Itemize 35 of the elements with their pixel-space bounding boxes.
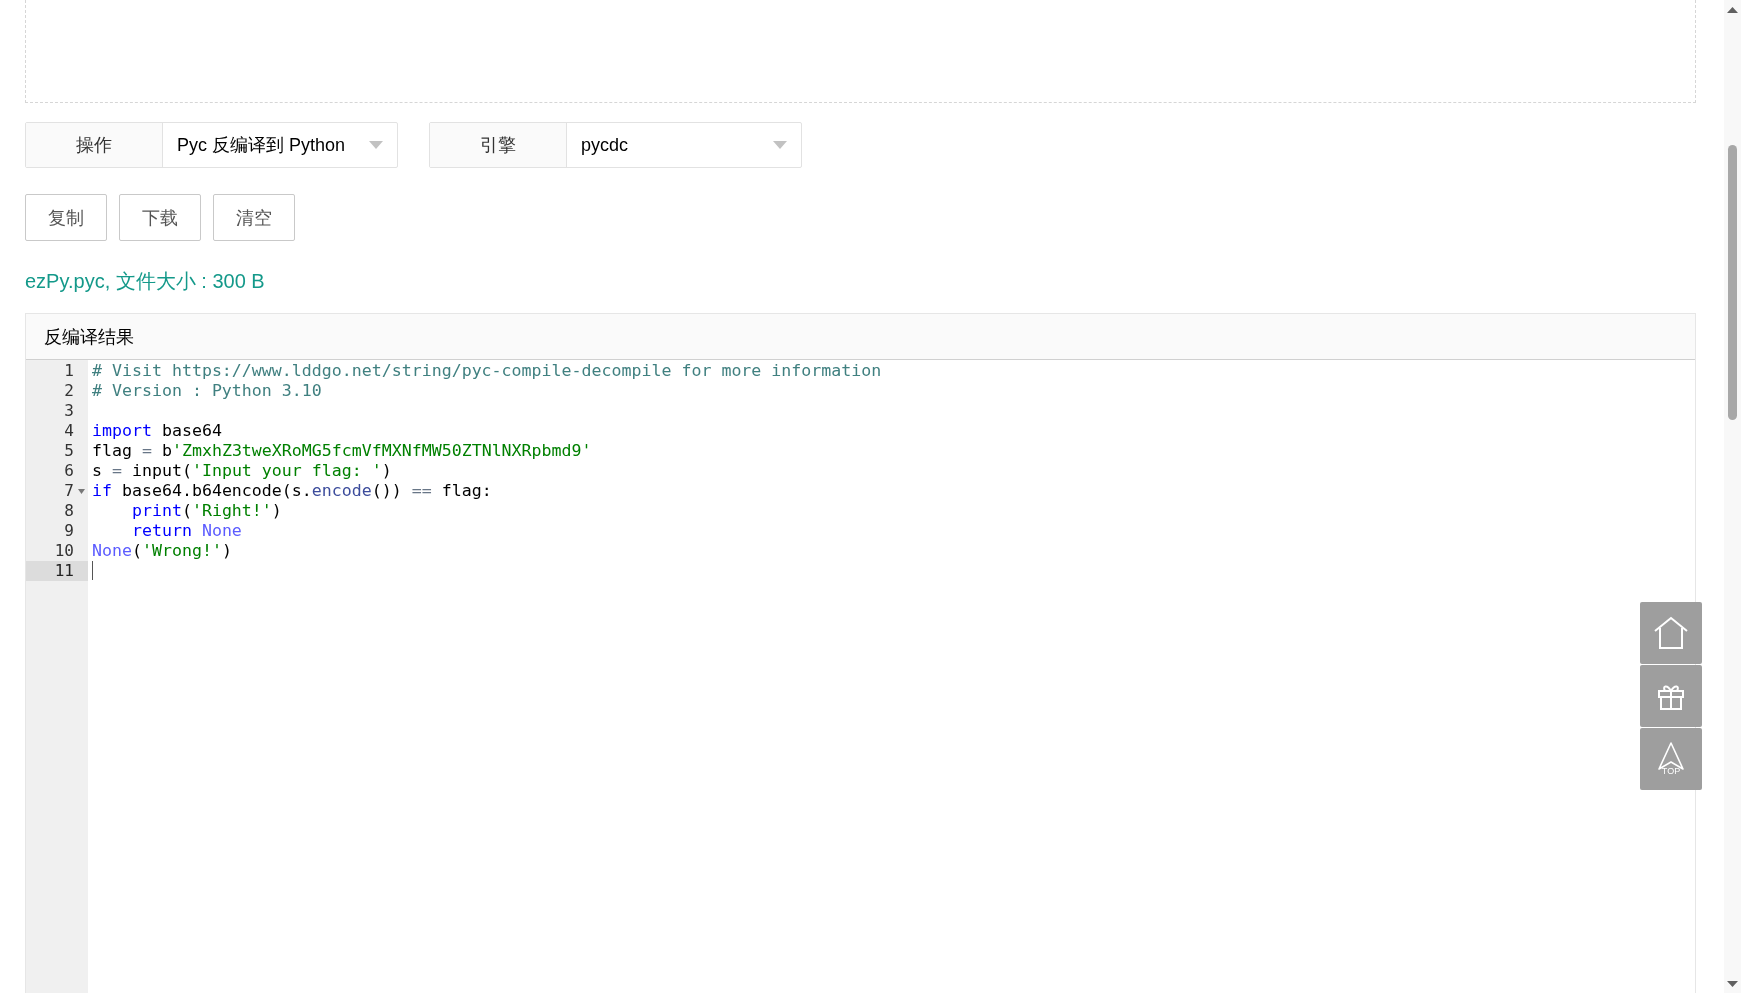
action-button[interactable]: 复制 [25, 194, 107, 241]
code-line: # Visit https://www.lddgo.net/string/pyc-compile-decompile for more information [92, 361, 883, 381]
code-line: s = input('Input your flag: ') [92, 461, 393, 481]
gift-button[interactable] [1640, 665, 1702, 727]
gift-icon [1657, 682, 1685, 710]
line-number: 10 [53, 541, 74, 561]
code-line: return None [130, 521, 243, 541]
file-info: ezPy.pyc, 文件大小 : 300 B [25, 269, 266, 294]
scrollbar-thumb[interactable] [1728, 145, 1737, 420]
scrollbar[interactable] [1724, 0, 1741, 993]
code-line: print('Right!') [130, 501, 283, 521]
line-number: 8 [63, 501, 74, 521]
line-number: 3 [63, 401, 74, 421]
line-number: 7 [63, 481, 74, 501]
line-number: 11 [53, 561, 74, 581]
line-number: 5 [63, 441, 74, 461]
arrow-up-icon [1657, 742, 1685, 770]
action-button[interactable]: 清空 [213, 194, 295, 241]
fold-arrow-icon[interactable] [78, 489, 85, 494]
code-line: None('Wrong!') [92, 541, 233, 561]
line-number: 6 [63, 461, 74, 481]
code-line: if base64.b64encode(s.encode()) == flag: [92, 481, 493, 501]
line-number: 9 [63, 521, 74, 541]
home-icon [1653, 616, 1689, 650]
panel-title: 反编译结果 [44, 325, 134, 349]
line-number: 1 [63, 361, 74, 381]
action-button[interactable]: 下载 [119, 194, 201, 241]
scroll-down-icon[interactable] [1727, 981, 1738, 987]
code-line: flag = b'ZmxhZ3tweXRoMG5fcmVfMXNfMW50ZTNlNXRpbmd9' [92, 441, 593, 461]
code-line: # Version : Python 3.10 [92, 381, 323, 401]
scroll-up-icon[interactable] [1727, 7, 1738, 13]
line-number: 2 [63, 381, 74, 401]
line-number: 4 [63, 421, 74, 441]
home-button[interactable] [1640, 602, 1702, 664]
code-line: import base64 [92, 421, 223, 441]
